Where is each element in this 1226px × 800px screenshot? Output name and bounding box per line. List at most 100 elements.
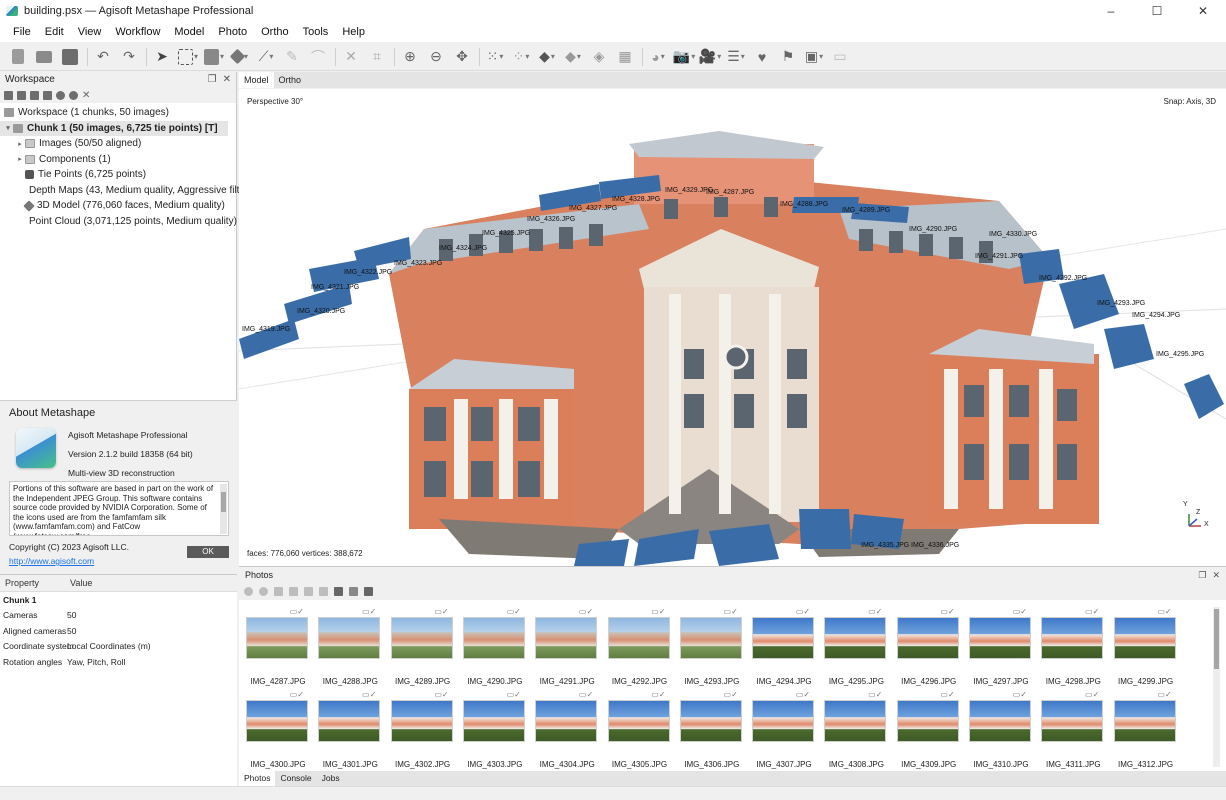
tree-item-3d-model[interactable]: 3D Model (776,060 faces, Medium quality) xyxy=(0,198,236,214)
ruler-icon[interactable]: ⟋ xyxy=(256,47,276,67)
camera-label[interactable]: IMG_4319.JPG xyxy=(242,326,290,333)
photo-thumbnail[interactable]: ▭✓ IMG_4297.JPG xyxy=(969,607,1033,687)
close-panel-icon[interactable]: ✕ xyxy=(223,74,231,85)
value-column-header[interactable]: Value xyxy=(70,578,92,588)
photo-thumbnail[interactable]: ▭✓ IMG_4306.JPG xyxy=(679,690,744,770)
photo-thumbnail[interactable]: ▭✓ IMG_4287.JPG xyxy=(246,607,310,687)
open-project-icon[interactable] xyxy=(34,47,54,67)
delete-selection-icon[interactable]: ✕ xyxy=(341,47,361,67)
photo-thumbnail[interactable]: ▭✓ IMG_4312.JPG xyxy=(1113,690,1178,770)
photo-thumbnail[interactable]: ▭✓ IMG_4302.JPG xyxy=(390,690,455,770)
camera-filter-icon[interactable] xyxy=(334,587,343,596)
draw-polygon-icon[interactable] xyxy=(229,47,250,67)
photo-thumbnail[interactable]: ▭✓ IMG_4305.JPG xyxy=(607,690,672,770)
photo-thumbnail[interactable]: ▭✓ IMG_4300.JPG xyxy=(246,690,310,770)
photo-thumbnail[interactable]: ▭✓ IMG_4294.JPG xyxy=(752,607,816,687)
tab-console[interactable]: Console xyxy=(275,771,316,786)
photo-thumbnail[interactable]: ▭✓ IMG_4293.JPG xyxy=(679,607,744,687)
photo-thumbnail[interactable]: ▭✓ IMG_4296.JPG xyxy=(896,607,961,687)
collapse-arrow-icon[interactable]: ▸ xyxy=(15,155,25,163)
tree-item-depth-maps[interactable]: Depth Maps (43, Medium quality, Aggressi… xyxy=(0,183,265,199)
camera-label[interactable]: IMG_4287.JPG xyxy=(706,189,754,196)
photo-thumbnail[interactable]: ▭✓ IMG_4309.JPG xyxy=(896,690,961,770)
photo-thumbnail[interactable]: ▭✓ IMG_4298.JPG xyxy=(1041,607,1105,687)
add-chunk-icon[interactable] xyxy=(4,90,13,100)
remove-icon[interactable]: ✕ xyxy=(82,90,91,100)
photo-thumbnail[interactable]: ▭✓ IMG_4311.JPG xyxy=(1041,690,1105,770)
photo-thumbnail[interactable]: ▭✓ IMG_4292.JPG xyxy=(607,607,672,687)
menu-file[interactable]: File xyxy=(6,26,38,38)
show-points-icon[interactable]: ⁙ xyxy=(485,47,505,67)
rectangle-selection-icon[interactable] xyxy=(178,47,198,67)
about-link[interactable]: http://www.agisoft.com xyxy=(9,556,94,566)
image-icon[interactable]: ▣ xyxy=(804,47,824,67)
zoom-out-icon[interactable]: ⊖ xyxy=(426,47,446,67)
about-scrollbar[interactable] xyxy=(220,484,227,534)
camera-label[interactable]: IMG_4336.JPG xyxy=(911,542,959,549)
crop-selection-icon[interactable]: ⌗ xyxy=(367,47,387,67)
menu-workflow[interactable]: Workflow xyxy=(108,26,167,38)
photo-thumbnail[interactable]: ▭✓ IMG_4289.JPG xyxy=(390,607,455,687)
chunk-item[interactable]: ▾ Chunk 1 (50 images, 6,725 tie points) … xyxy=(0,120,228,136)
markers-icon[interactable]: ⚑ xyxy=(778,47,798,67)
photo-thumbnail[interactable]: ▭✓ IMG_4303.JPG xyxy=(462,690,527,770)
tab-model[interactable]: Model xyxy=(239,72,274,88)
camera-label[interactable]: IMG_4289.JPG xyxy=(842,207,890,214)
photos-scrollbar[interactable] xyxy=(1213,607,1220,767)
photo-thumbnail[interactable]: ▭✓ IMG_4291.JPG xyxy=(535,607,599,687)
camera-label[interactable]: IMG_4290.JPG xyxy=(909,226,957,233)
view-mode-icon[interactable] xyxy=(364,587,373,596)
enable-cameras-icon[interactable] xyxy=(244,587,253,596)
property-row[interactable]: Cameras 50 xyxy=(0,608,237,624)
camera-label[interactable]: IMG_4291.JPG xyxy=(975,253,1023,260)
tab-jobs[interactable]: Jobs xyxy=(317,771,345,786)
save-project-icon[interactable] xyxy=(60,47,80,67)
disable-cameras-icon[interactable] xyxy=(259,587,268,596)
transform-object-icon[interactable] xyxy=(204,47,224,67)
show-ortho-icon[interactable]: ▦ xyxy=(615,47,635,67)
camera-label[interactable]: IMG_4325.JPG xyxy=(482,230,530,237)
camera-label[interactable]: IMG_4292.JPG xyxy=(1039,275,1087,282)
tree-item-components[interactable]: ▸ Components (1) xyxy=(0,152,236,168)
merge-icon[interactable] xyxy=(43,90,52,100)
photo-thumbnail[interactable]: ▭✓ IMG_4290.JPG xyxy=(462,607,527,687)
rotate-left-icon[interactable] xyxy=(289,587,298,596)
polyline-icon[interactable]: ⌒ xyxy=(308,47,328,67)
menu-tools[interactable]: Tools xyxy=(296,26,336,38)
photo-thumbnail[interactable]: ▭✓ IMG_4295.JPG xyxy=(824,607,888,687)
menu-model[interactable]: Model xyxy=(167,26,211,38)
redo-icon[interactable]: ↷ xyxy=(119,47,139,67)
camera-label[interactable]: IMG_4294.JPG xyxy=(1132,312,1180,319)
camera-label[interactable]: IMG_4288.JPG xyxy=(780,201,828,208)
property-row[interactable]: Rotation angles Yaw, Pitch, Roll xyxy=(0,654,237,670)
zoom-in-icon[interactable]: ⊕ xyxy=(400,47,420,67)
rotate-right-icon[interactable] xyxy=(304,587,313,596)
camera-label[interactable]: IMG_4322.JPG xyxy=(344,269,392,276)
show-aligned-chunks-icon[interactable]: 🎥 xyxy=(699,47,720,67)
photo-thumbnail[interactable]: ▭✓ IMG_4301.JPG xyxy=(318,690,382,770)
minimize-button[interactable]: – xyxy=(1088,0,1134,22)
float-icon[interactable]: ❐ xyxy=(208,74,217,85)
enable-icon[interactable] xyxy=(56,90,65,100)
close-panel-icon[interactable]: ✕ xyxy=(1212,570,1220,581)
menu-view[interactable]: View xyxy=(71,26,109,38)
health-icon[interactable]: ♥ xyxy=(752,47,772,67)
tree-item-point-cloud[interactable]: Point Cloud (3,071,125 points, Medium qu… xyxy=(0,214,237,230)
tab-ortho[interactable]: Ortho xyxy=(274,72,307,88)
tab-photos[interactable]: Photos xyxy=(239,771,276,786)
tree-item-images[interactable]: ▸ Images (50/50 aligned) xyxy=(0,136,236,152)
camera-label[interactable]: IMG_4320.JPG xyxy=(297,308,345,315)
camera-label[interactable]: IMG_4326.JPG xyxy=(527,216,575,223)
photo-thumbnail[interactable]: ▭✓ IMG_4304.JPG xyxy=(535,690,599,770)
photo-thumbnail[interactable]: ▭✓ IMG_4308.JPG xyxy=(824,690,888,770)
workspace-root[interactable]: Workspace (1 chunks, 50 images) xyxy=(0,105,236,121)
property-row[interactable]: Aligned cameras 50 xyxy=(0,623,237,639)
ok-button[interactable]: OK xyxy=(187,546,229,558)
camera-label[interactable]: IMG_4327.JPG xyxy=(569,205,617,212)
show-model-icon[interactable]: ◆ xyxy=(537,47,557,67)
camera-label[interactable]: IMG_4330.JPG xyxy=(989,231,1037,238)
navigation-cursor-icon[interactable]: ➤ xyxy=(152,47,172,67)
menu-edit[interactable]: Edit xyxy=(38,26,71,38)
camera-label[interactable]: IMG_4328.JPG xyxy=(612,196,660,203)
show-cameras-icon[interactable]: 📷 xyxy=(673,47,694,67)
